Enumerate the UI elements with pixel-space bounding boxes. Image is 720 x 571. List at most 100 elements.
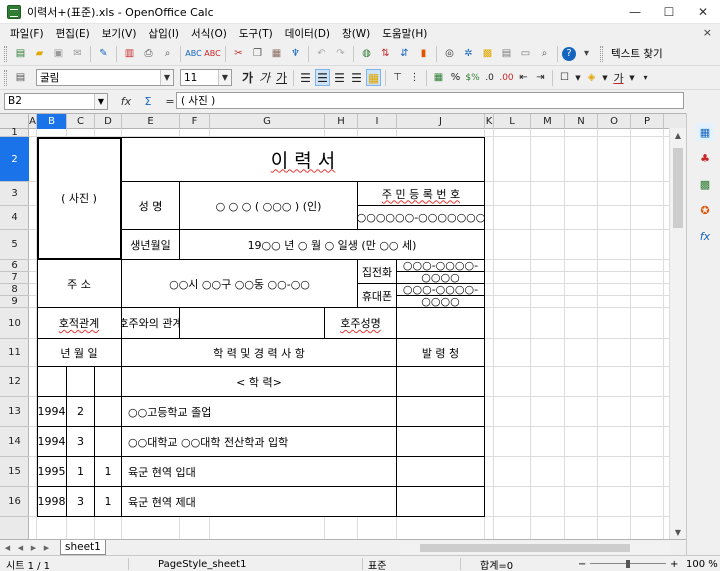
print-icon[interactable]: ⎙: [140, 45, 157, 62]
font-color-icon[interactable]: 가: [611, 69, 626, 86]
entry-day-cell[interactable]: 1: [95, 457, 122, 487]
page-style[interactable]: PageStyle_sheet1: [158, 557, 246, 571]
undo-icon[interactable]: ↶: [313, 45, 330, 62]
menu-file[interactable]: 파일(F): [4, 26, 50, 41]
name-box[interactable]: B2 ▼: [4, 92, 108, 110]
first-sheet-icon[interactable]: ◀: [2, 542, 13, 554]
head-name-value-cell[interactable]: [397, 308, 485, 339]
family-relation-label-cell[interactable]: 호적관계: [37, 308, 122, 339]
zoom-level[interactable]: 100 %: [686, 557, 718, 571]
toolbar-options-icon[interactable]: ▾: [578, 45, 595, 62]
gallery-sidebar-icon[interactable]: ▩: [696, 175, 714, 193]
head-relation-value-cell[interactable]: [180, 308, 325, 339]
formula-input[interactable]: ( 사진 ): [176, 92, 684, 109]
redo-icon[interactable]: ↷: [332, 45, 349, 62]
navigator-icon[interactable]: ✲: [460, 45, 477, 62]
menu-edit[interactable]: 편집(E): [50, 26, 96, 41]
head-name-label-cell[interactable]: 호주성명: [325, 308, 397, 339]
photo-cell[interactable]: ( 사진 ): [37, 137, 122, 260]
entry-day-cell[interactable]: [95, 427, 122, 457]
styles-icon[interactable]: ▭: [517, 45, 534, 62]
open-folder-icon[interactable]: ▰: [31, 45, 48, 62]
edit-mode-icon[interactable]: ✎: [95, 45, 112, 62]
horizontal-scroll-thumb[interactable]: [420, 544, 630, 552]
data-sources-icon[interactable]: ▤: [498, 45, 515, 62]
sum-display[interactable]: 합계=0: [480, 557, 513, 571]
entry-year-cell[interactable]: 1995: [37, 457, 67, 487]
horizontal-scrollbar[interactable]: [400, 542, 670, 554]
date-header-cell[interactable]: 년 월 일: [37, 339, 122, 367]
scroll-down-icon[interactable]: ▼: [670, 525, 686, 539]
underline-button[interactable]: 가: [274, 69, 289, 86]
entry-year-cell[interactable]: 1998: [37, 487, 67, 517]
increase-indent-icon[interactable]: ⇥: [533, 69, 548, 86]
hyperlink-icon[interactable]: ◍: [358, 45, 375, 62]
menu-window[interactable]: 창(W): [336, 26, 376, 41]
zoom-slider-knob[interactable]: [626, 560, 630, 568]
scroll-up-icon[interactable]: ▲: [670, 128, 686, 142]
chevron-down-icon[interactable]: ▼: [601, 69, 609, 86]
entry-issuer-cell[interactable]: [397, 367, 485, 397]
navigator-sidebar-icon[interactable]: ✪: [696, 201, 714, 219]
entry-month-cell[interactable]: 3: [67, 487, 95, 517]
delete-decimal-icon[interactable]: .00: [499, 69, 514, 86]
menu-help[interactable]: 도움말(H): [376, 26, 433, 41]
previous-sheet-icon[interactable]: ◀: [15, 542, 26, 554]
vertical-scroll-thumb[interactable]: [673, 148, 683, 228]
history-header-cell[interactable]: 학 력 및 경 력 사 항: [122, 339, 397, 367]
entry-day-cell[interactable]: [95, 397, 122, 427]
find-replace-icon[interactable]: ◎: [441, 45, 458, 62]
entry-year-cell[interactable]: [37, 367, 67, 397]
justify-icon[interactable]: ☰: [349, 69, 364, 86]
export-pdf-icon[interactable]: ▥: [121, 45, 138, 62]
chevron-down-icon[interactable]: ▼: [94, 93, 107, 109]
menu-format[interactable]: 서식(O): [185, 26, 233, 41]
save-icon[interactable]: ▣: [50, 45, 67, 62]
close-button[interactable]: ✕: [686, 0, 720, 24]
maximize-button[interactable]: ☐: [652, 0, 686, 24]
copy-icon[interactable]: ❐: [249, 45, 266, 62]
new-document-icon[interactable]: ▤: [12, 45, 29, 62]
toolbar-handle[interactable]: [600, 45, 603, 62]
sort-ascending-icon[interactable]: ⇅: [377, 45, 394, 62]
toolbar-handle[interactable]: [4, 69, 7, 86]
italic-button[interactable]: 가: [257, 69, 272, 86]
next-sheet-icon[interactable]: ▶: [28, 542, 39, 554]
function-wizard-icon[interactable]: fx: [118, 93, 134, 109]
vertical-scrollbar[interactable]: ▲ ▼: [669, 128, 686, 539]
chevron-down-icon[interactable]: ▼: [628, 69, 636, 86]
font-name-combo[interactable]: 굴림 ▼: [36, 69, 174, 86]
borders-icon[interactable]: ☐: [557, 69, 572, 86]
entry-text-cell[interactable]: 육군 현역 입대: [122, 457, 397, 487]
email-icon[interactable]: ✉: [69, 45, 86, 62]
address-value-cell[interactable]: ○○시 ○○구 ○○동 ○○-○○: [122, 260, 358, 308]
align-top-icon[interactable]: ⊤: [390, 69, 405, 86]
font-size-combo[interactable]: 11 ▼: [180, 69, 232, 86]
entry-issuer-cell[interactable]: [397, 397, 485, 427]
styles-sidebar-icon[interactable]: ♣: [696, 149, 714, 167]
chevron-down-icon[interactable]: ▼: [218, 70, 231, 85]
menu-insert[interactable]: 삽입(I): [142, 26, 185, 41]
standard-number-format-icon[interactable]: $%: [465, 69, 480, 86]
mobile-1-cell[interactable]: ○○○-○○○○-: [397, 284, 485, 296]
mobile-2-cell[interactable]: ○○○○: [397, 296, 485, 308]
home-phone-2-cell[interactable]: ○○○○: [397, 272, 485, 284]
cut-icon[interactable]: ✂: [230, 45, 247, 62]
background-color-icon[interactable]: ◈: [584, 69, 599, 86]
currency-format-icon[interactable]: ▦: [431, 69, 446, 86]
chevron-down-icon[interactable]: ▼: [574, 69, 582, 86]
menu-data[interactable]: 데이터(D): [279, 26, 336, 41]
sort-descending-icon[interactable]: ⇵: [396, 45, 413, 62]
align-left-icon[interactable]: ☰: [298, 69, 313, 86]
menu-tools[interactable]: 도구(T): [233, 26, 279, 41]
entry-issuer-cell[interactable]: [397, 487, 485, 517]
education-section-cell[interactable]: < 학 력>: [122, 367, 397, 397]
resume-title-cell[interactable]: 이 력 서: [122, 137, 485, 182]
home-phone-label-cell[interactable]: 집전화: [358, 260, 397, 284]
gallery-icon[interactable]: ▩: [479, 45, 496, 62]
functions-sidebar-icon[interactable]: fx: [696, 227, 714, 245]
entry-day-cell[interactable]: [95, 367, 122, 397]
zoom-in-icon[interactable]: +: [670, 557, 678, 571]
entry-month-cell[interactable]: [67, 367, 95, 397]
bold-button[interactable]: 가: [240, 69, 255, 86]
